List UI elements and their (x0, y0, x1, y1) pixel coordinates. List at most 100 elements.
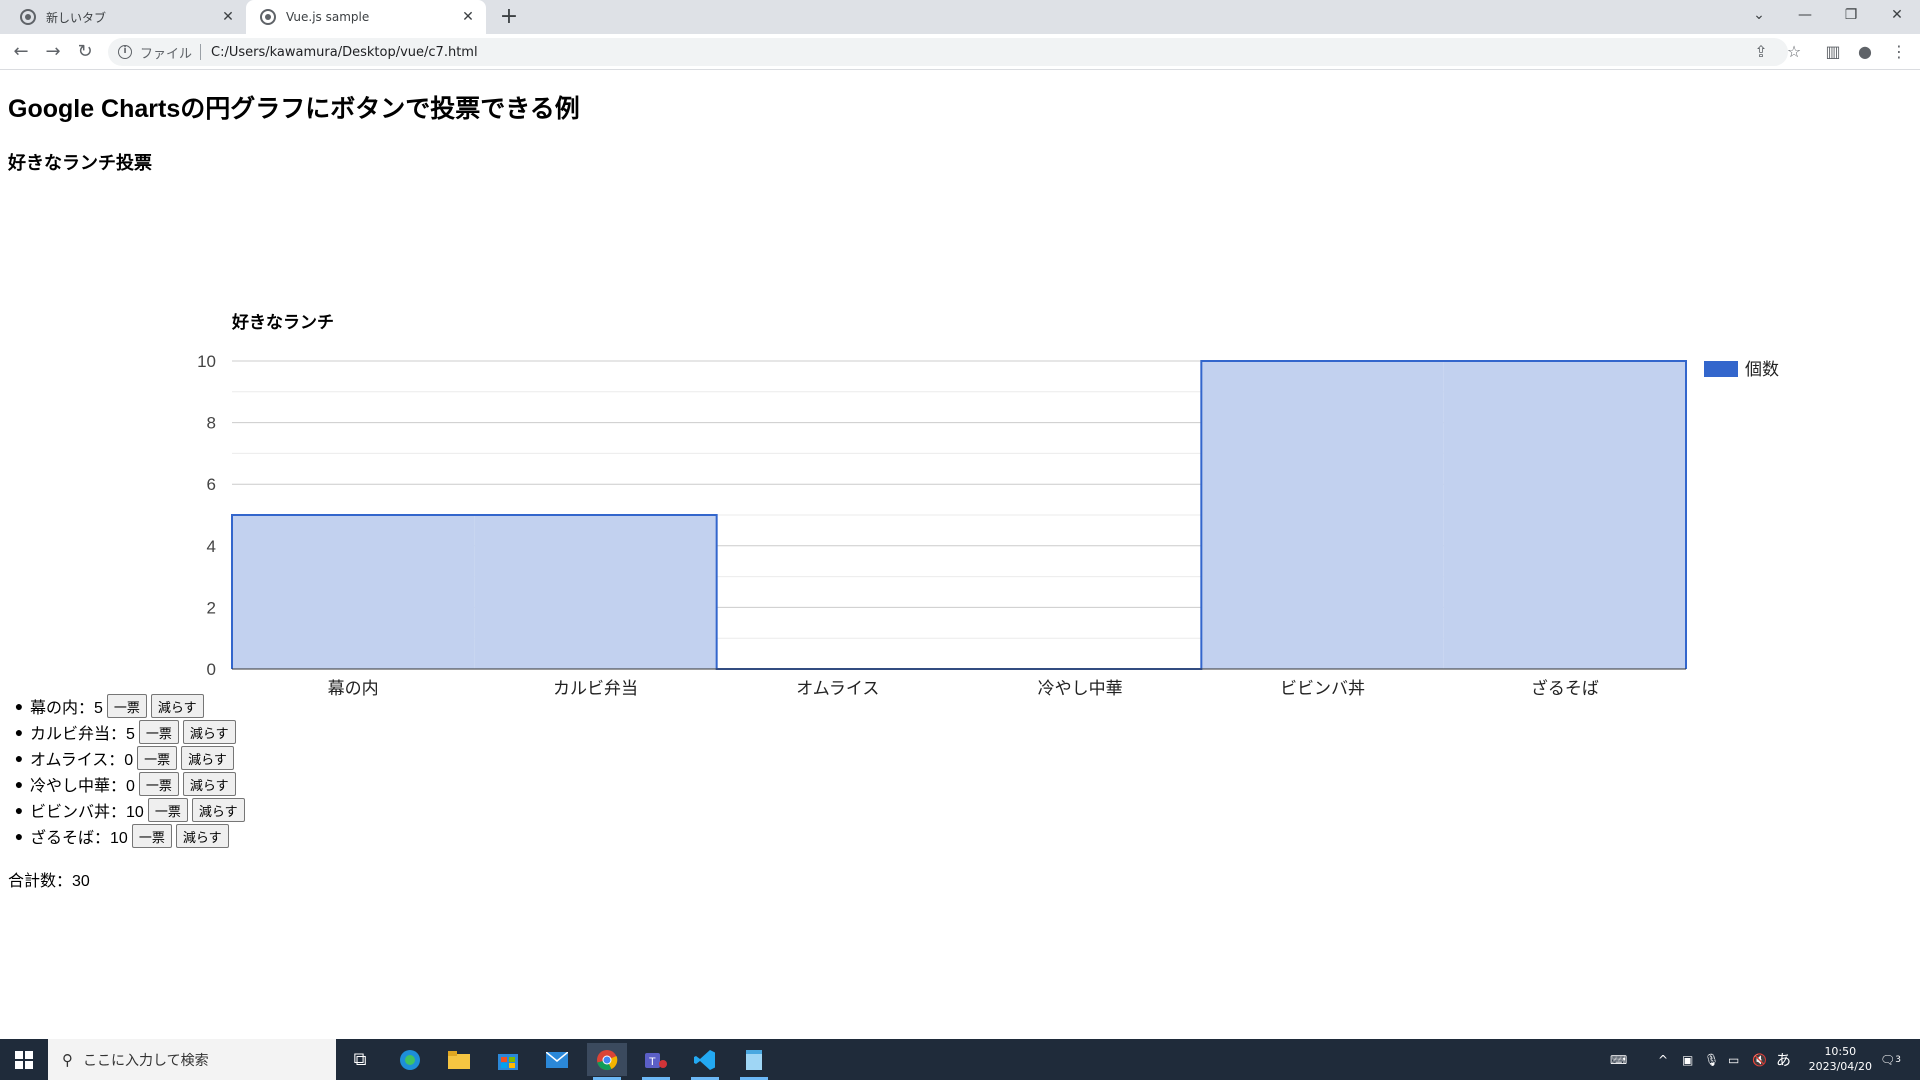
file-explorer-icon[interactable] (439, 1043, 479, 1076)
address-divider (200, 44, 202, 60)
tab-new-tab[interactable]: 新しいタブ ✕ (8, 0, 246, 34)
tab-title: 新しいタブ (46, 10, 107, 25)
taskbar: ⚲ ここに入力して検索 ⧉ T ⌨ ^ ▣ 🎙 ▭ 🔇 あ 10:50 2023… (0, 1039, 1920, 1080)
windows-start-icon[interactable] (0, 1039, 48, 1080)
side-panel-icon[interactable]: ▥ (1818, 37, 1848, 67)
back-icon[interactable]: ← (6, 37, 36, 67)
area-segment[interactable] (1443, 361, 1686, 669)
list-item: ● ビビンバ丼：10 一票 減らす (8, 797, 245, 823)
y-tick-label: 8 (207, 414, 216, 433)
ime-indicator[interactable]: あ (1776, 1039, 1791, 1080)
clock-time: 10:50 (1824, 1045, 1857, 1058)
tab-search-chevron-icon[interactable]: ⌄ (1736, 0, 1782, 30)
tab-close-icon[interactable]: ✕ (216, 9, 240, 25)
network-icon[interactable]: ▭ (1728, 1039, 1739, 1080)
minimize-icon[interactable]: — (1782, 0, 1828, 30)
item-label: 幕の内：5 (30, 700, 103, 717)
decrease-button[interactable]: 減らす (181, 746, 234, 770)
edge-icon[interactable] (390, 1043, 430, 1076)
notification-center-icon[interactable]: 🗨 3 (1880, 1039, 1901, 1080)
task-view-icon[interactable]: ⧉ (340, 1043, 380, 1076)
decrease-button[interactable]: 減らす (191, 798, 245, 822)
page-title: Google Chartsの円グラフにボタンで投票できる例 (8, 95, 580, 123)
notification-count: 3 (1895, 1054, 1901, 1065)
x-tick-label: ざるそば (1531, 678, 1599, 698)
chrome-favicon-icon (20, 9, 36, 25)
camera-icon[interactable]: ▣ (1682, 1039, 1693, 1080)
info-icon[interactable]: i (118, 45, 132, 59)
vote-button[interactable]: 一票 (106, 694, 147, 718)
list-item: ● 冷やし中華：0 一票 減らす (8, 771, 245, 797)
bullet: ● (14, 750, 24, 766)
decrease-button[interactable]: 減らす (150, 694, 204, 718)
x-tick-label: カルビ弁当 (553, 679, 638, 698)
address-bar[interactable]: i ファイル C:/Users/kawamura/Desktop/vue/c7.… (108, 38, 1788, 66)
browser-toolbar: ← → ↻ i ファイル C:/Users/kawamura/Desktop/v… (0, 34, 1920, 70)
menu-kebab-icon[interactable]: ⋮ (1884, 37, 1914, 67)
address-scheme: ファイル (140, 46, 193, 62)
x-tick-label: オムライス (796, 679, 879, 698)
section-title: 好きなランチ投票 (8, 153, 152, 173)
bullet: ● (14, 724, 24, 740)
restore-icon[interactable]: ❐ (1828, 0, 1874, 30)
vote-list: ● 幕の内：5 一票 減らす ● カルビ弁当：5 一票 減らす ● オムライス：… (8, 693, 245, 849)
mail-icon[interactable] (537, 1043, 577, 1076)
vote-button[interactable]: 一票 (131, 824, 172, 848)
vote-button[interactable]: 一票 (138, 720, 179, 744)
legend-swatch (1704, 361, 1738, 377)
y-tick-label: 0 (207, 660, 216, 679)
vote-button[interactable]: 一票 (147, 798, 188, 822)
tab-vue-sample[interactable]: Vue.js sample ✕ (246, 0, 486, 34)
tab-close-icon[interactable]: ✕ (456, 9, 480, 25)
list-item: ● 幕の内：5 一票 減らす (8, 693, 245, 719)
clock-date: 2023/04/20 (1808, 1060, 1872, 1073)
area-segment[interactable] (232, 515, 475, 669)
teams-icon[interactable]: T (636, 1043, 676, 1080)
close-window-icon[interactable]: ✕ (1874, 0, 1920, 30)
item-label: ビビンバ丼：10 (30, 804, 144, 821)
decrease-button[interactable]: 減らす (175, 824, 229, 848)
share-icon[interactable]: ⇪ (1746, 37, 1776, 67)
item-label: ざるそば：10 (30, 830, 128, 847)
tab-title: Vue.js sample (286, 10, 370, 24)
taskbar-search-input[interactable]: ⚲ ここに入力して検索 (48, 1039, 336, 1080)
vscode-icon[interactable] (685, 1043, 725, 1080)
tab-strip: 新しいタブ ✕ Vue.js sample ✕ + ⌄ — ❐ ✕ (0, 0, 1920, 34)
keyboard-icon[interactable]: ⌨ (1610, 1039, 1627, 1080)
new-tab-button[interactable]: + (496, 4, 522, 30)
reload-icon[interactable]: ↻ (70, 37, 100, 67)
y-tick-label: 10 (197, 352, 216, 371)
bullet: ● (14, 698, 24, 714)
decrease-button[interactable]: 減らす (182, 772, 236, 796)
area-segment[interactable] (1201, 361, 1444, 669)
list-item: ● オムライス：0 一票 減らす (8, 745, 245, 771)
clock[interactable]: 10:50 2023/04/20 (1809, 1044, 1872, 1074)
forward-icon[interactable]: → (38, 37, 68, 67)
area-segment[interactable] (474, 515, 717, 669)
search-placeholder: ここに入力して検索 (83, 1052, 209, 1069)
svg-text:T: T (649, 1056, 656, 1068)
microphone-icon[interactable]: 🎙 (1704, 1039, 1719, 1080)
vote-button[interactable]: 一票 (138, 772, 179, 796)
bullet: ● (14, 828, 24, 844)
x-tick-label: ビビンバ丼 (1280, 679, 1365, 698)
store-icon[interactable] (488, 1043, 528, 1076)
chrome-icon[interactable] (587, 1043, 627, 1080)
legend-label: 個数 (1745, 360, 1779, 379)
decrease-button[interactable]: 減らす (182, 720, 236, 744)
profile-avatar-icon[interactable]: ● (1850, 37, 1880, 67)
list-item: ● ざるそば：10 一票 減らす (8, 823, 245, 849)
y-tick-label: 6 (207, 475, 216, 494)
vote-button[interactable]: 一票 (137, 746, 178, 770)
item-label: 冷やし中華：0 (30, 778, 135, 795)
notepad-icon[interactable] (734, 1043, 774, 1080)
tray-chevron-icon[interactable]: ^ (1658, 1039, 1668, 1080)
globe-favicon-icon (260, 9, 276, 25)
address-url[interactable]: C:/Users/kawamura/Desktop/vue/c7.html (211, 45, 478, 60)
volume-muted-icon[interactable]: 🔇 (1752, 1039, 1767, 1080)
page-content: Google Chartsの円グラフにボタンで投票できる例 好きなランチ投票 0… (0, 71, 1920, 1039)
bullet: ● (14, 776, 24, 792)
bookmark-star-icon[interactable]: ☆ (1779, 37, 1809, 67)
bullet: ● (14, 802, 24, 818)
chart-container: 0 2 4 6 8 10 幕の内 カルビ弁当 オムライス 冷やし中華 ビビンバ丼 ざるそば 好きなラ… (0, 221, 1920, 741)
